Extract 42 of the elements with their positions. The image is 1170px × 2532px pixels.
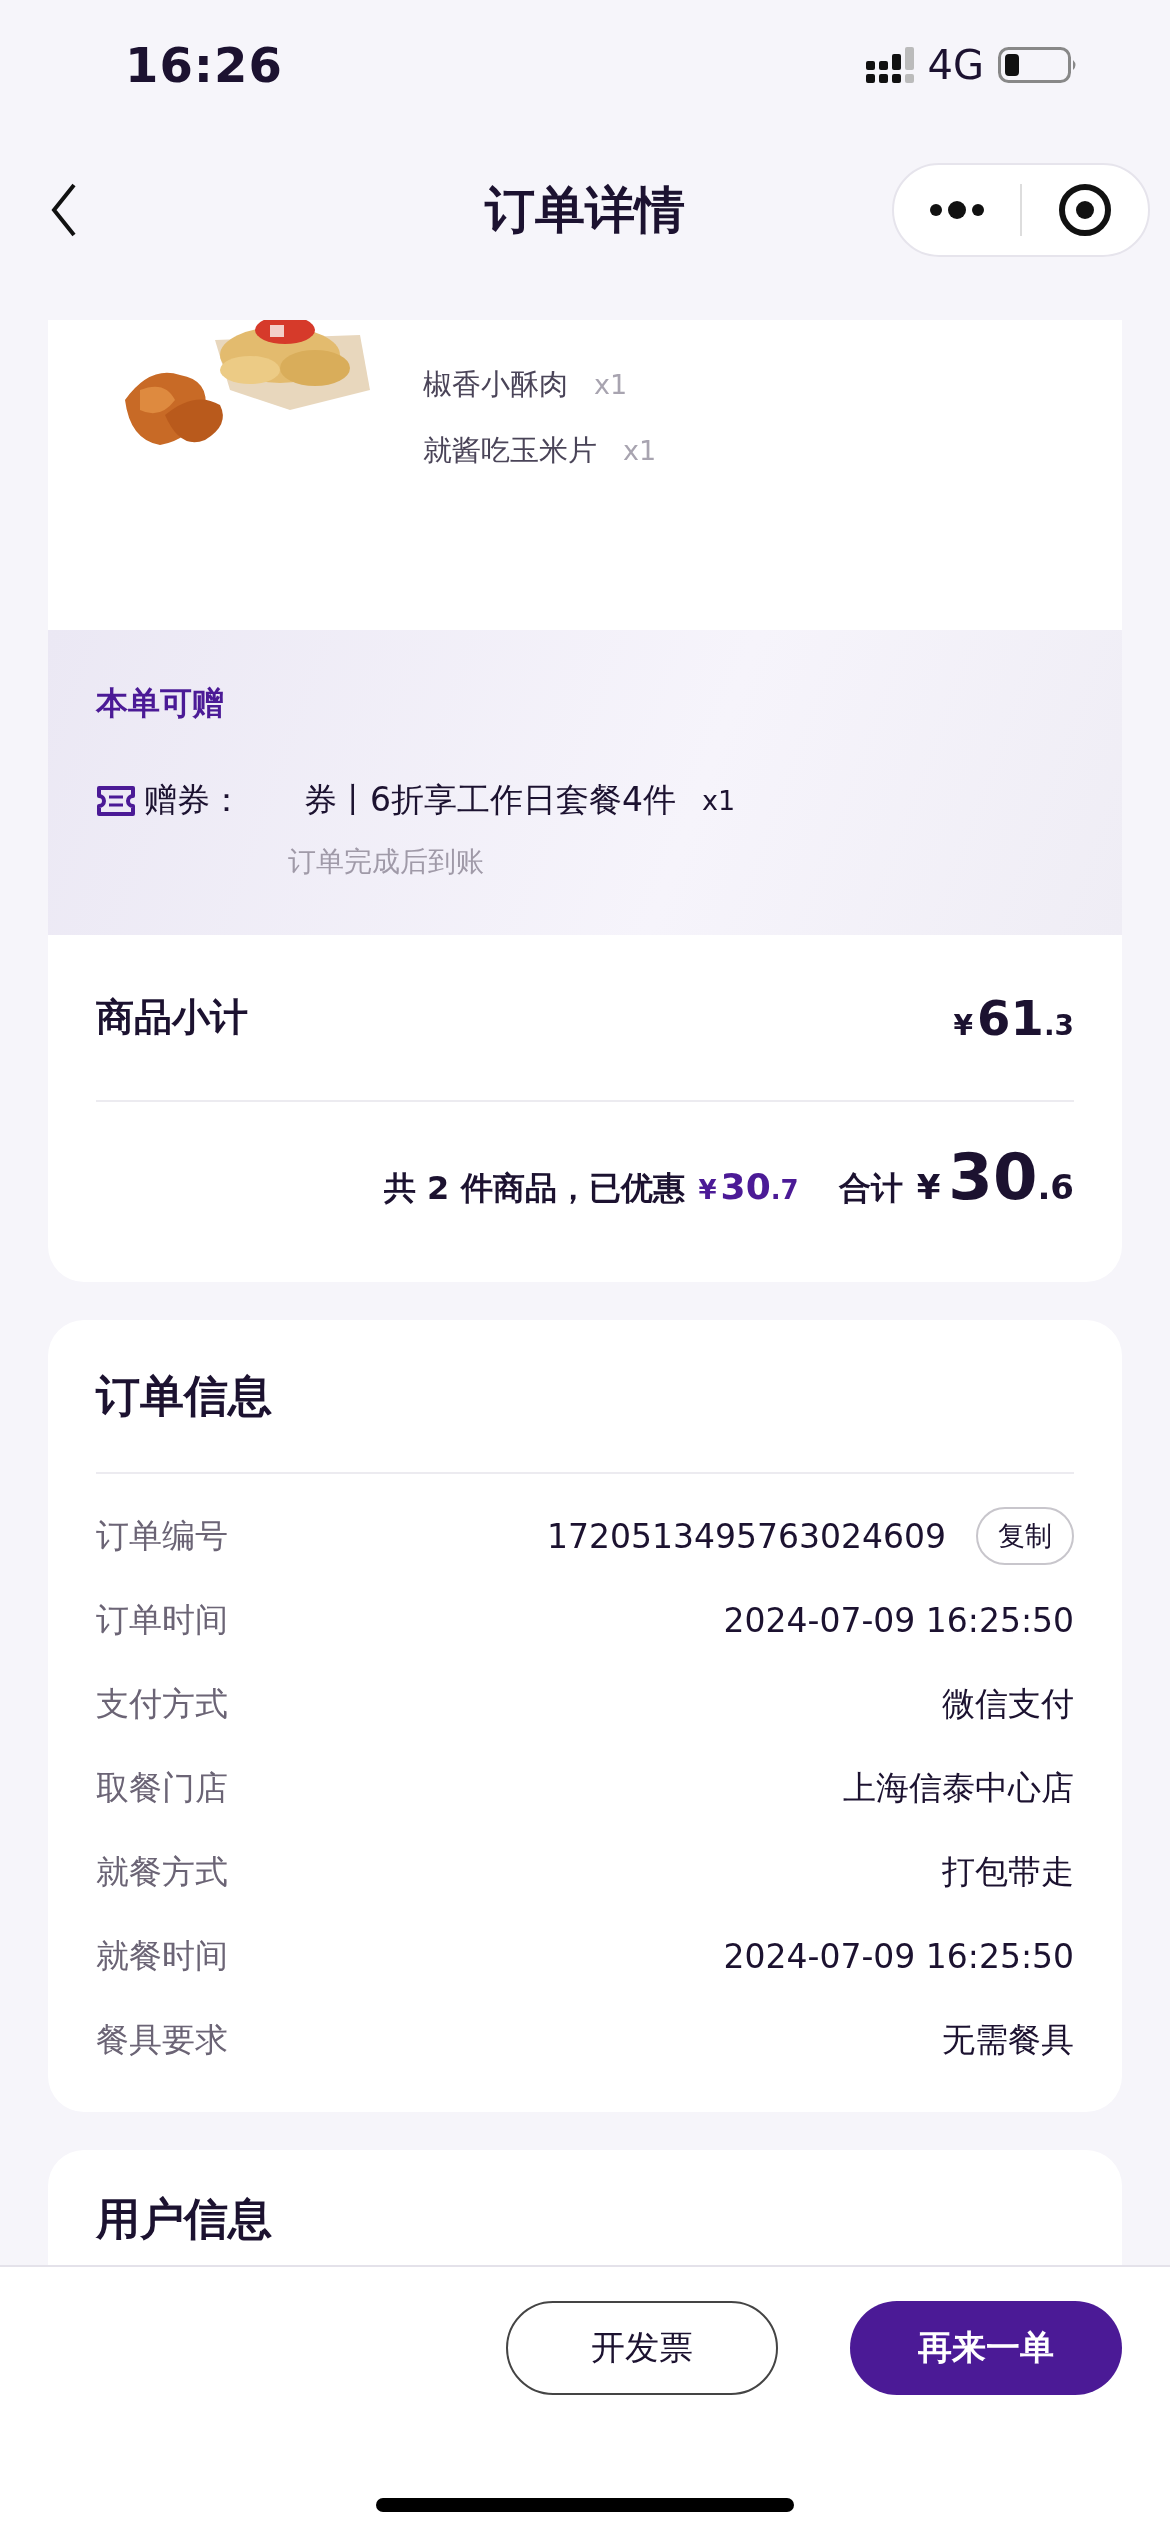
reorder-button[interactable]: 再来一单 (850, 2301, 1122, 2395)
info-value: 2024-07-09 16:25:50 (723, 1600, 1074, 1640)
coupon-note: 订单完成后到账 (288, 844, 485, 880)
item-name: 就酱吃玉米片 (423, 432, 597, 469)
coupon-name: 券丨6折享工作日套餐4件 (304, 779, 676, 821)
copy-button[interactable]: 复制 (976, 1507, 1074, 1565)
info-value: 无需餐具 (942, 2018, 1074, 2061)
info-label: 餐具要求 (96, 2018, 229, 2061)
more-icon[interactable] (930, 200, 984, 220)
item-quantity: x1 (594, 369, 628, 400)
info-label: 支付方式 (96, 1682, 229, 1725)
item-quantity: x1 (623, 435, 657, 466)
item-count: 共 2 件商品，已优惠 (383, 1168, 685, 1209)
discount-amount: ¥30.7 (698, 1166, 799, 1207)
info-label: 就餐时间 (96, 1934, 229, 1977)
signal-icon (865, 47, 914, 83)
info-value: 微信支付 (942, 1682, 1074, 1725)
item-name: 椒香小酥肉 (423, 366, 568, 403)
invoice-button[interactable]: 开发票 (506, 2301, 778, 2395)
section-title: 订单信息 (96, 1320, 1074, 1474)
close-icon[interactable] (1058, 183, 1112, 237)
info-value: 上海信泰中心店 (843, 1766, 1074, 1809)
subtotal-price: ¥61.3 (953, 989, 1074, 1046)
gift-title: 本单可赠 (96, 683, 225, 724)
battery-icon (998, 47, 1078, 83)
info-value: 1720513495763024609 (547, 1516, 946, 1556)
page-title: 订单详情 (485, 180, 685, 239)
network-type: 4G (927, 42, 984, 88)
total-price: ¥30.6 (916, 1140, 1074, 1214)
subtotal-label: 商品小计 (96, 994, 248, 1041)
info-label: 取餐门店 (96, 1766, 229, 1809)
total-label: 合计 (838, 1168, 903, 1209)
info-value: 打包带走 (942, 1850, 1074, 1893)
gift-label: 赠券： (144, 779, 244, 821)
info-value: 2024-07-09 16:25:50 (723, 1936, 1074, 1976)
info-label: 订单编号 (96, 1514, 229, 1557)
info-label: 订单时间 (96, 1598, 229, 1641)
section-title: 用户信息 (96, 2192, 273, 2246)
coupon-quantity: x1 (702, 785, 736, 816)
clock: 16:26 (125, 37, 284, 93)
info-label: 就餐方式 (96, 1850, 229, 1893)
back-icon[interactable] (50, 182, 78, 238)
